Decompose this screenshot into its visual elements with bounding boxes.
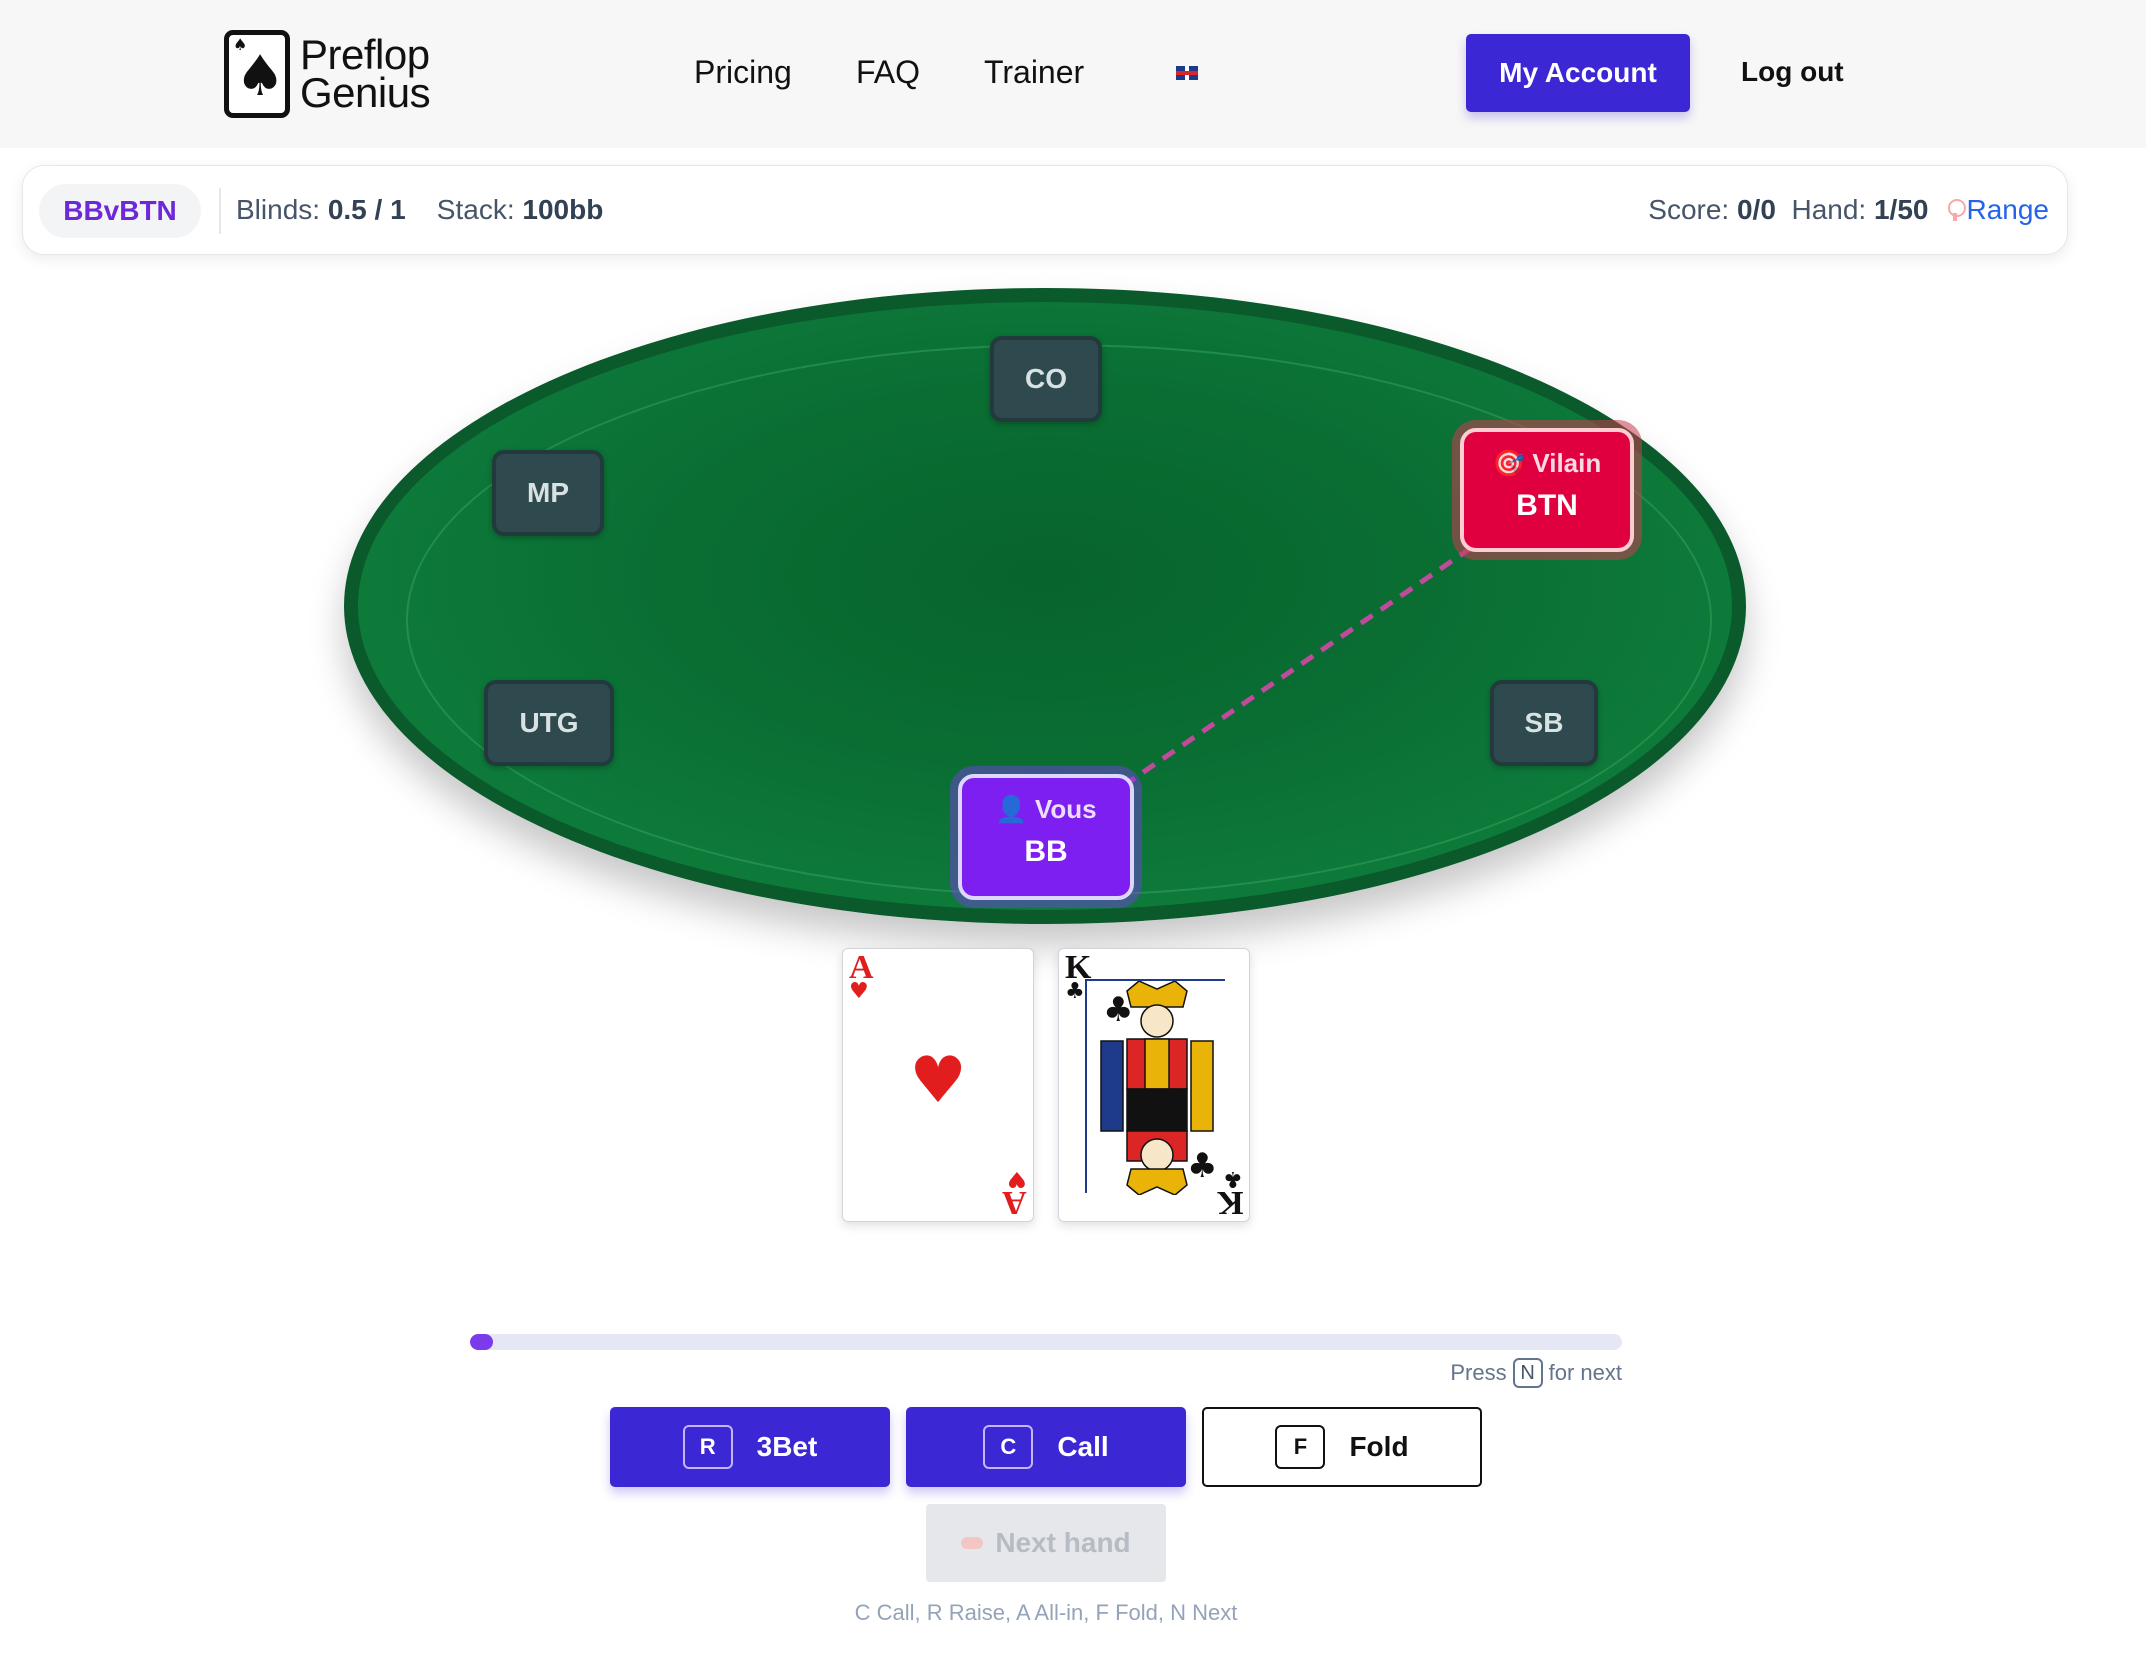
score-hand-info: Score: 0/0 Hand: 1/50 Range <box>1648 194 2049 226</box>
hand-value: 1/50 <box>1873 194 1929 225</box>
poker-table: CO MP UTG SB 🎯 Vilain BTN 👤 Vous BB <box>344 288 1746 924</box>
card-rank: K <box>1216 1184 1243 1221</box>
fold-label: Fold <box>1349 1431 1409 1462</box>
svg-text:♣: ♣ <box>1103 990 1133 1030</box>
target-icon: 🎯 <box>1492 448 1526 478</box>
user-icon: 👤 <box>995 794 1028 824</box>
range-link[interactable]: Range <box>1966 194 2049 226</box>
pointing-hand-icon <box>961 1537 984 1549</box>
logo-text: Preflop Genius <box>300 34 431 116</box>
king-portrait-icon: ♣ ♣ <box>1085 979 1227 1196</box>
key-r-badge: R <box>682 1425 733 1469</box>
hero-tag: 👤 Vous <box>962 794 1130 825</box>
nav-trainer[interactable]: Trainer <box>984 54 1084 91</box>
blinds-value: 0.5 / 1 <box>327 194 406 225</box>
blinds-stack-info: Blinds: 0.5 / 1 Stack: 100bb <box>236 194 603 226</box>
threebet-button[interactable]: R 3Bet <box>610 1407 890 1487</box>
hand-label: Hand: <box>1791 194 1867 225</box>
villain-tag: 🎯 Vilain <box>1464 448 1630 479</box>
card-rank: A <box>1002 1184 1027 1221</box>
keyboard-shortcuts-help: C Call, R Raise, A All-in, F Fold, N Nex… <box>854 1600 1238 1625</box>
lightbulb-icon <box>1948 199 1967 221</box>
hint-post: for next <box>1548 1360 1622 1385</box>
my-account-button[interactable]: My Account <box>1466 34 1690 112</box>
score-label: Score: <box>1648 194 1730 225</box>
logo-line2: Genius <box>300 69 431 116</box>
seat-villain-btn: 🎯 Vilain BTN <box>1460 428 1634 552</box>
progress-fill <box>470 1334 494 1350</box>
hero-position: BB <box>1024 835 1068 868</box>
key-c-badge: C <box>983 1425 1034 1469</box>
hole-card-king-clubs: K ♣ ♣ ♣ ♣ K <box>1058 948 1250 1222</box>
seat-utg: UTG <box>484 680 614 766</box>
nav-pricing[interactable]: Pricing <box>694 54 792 91</box>
fold-button[interactable]: F Fold <box>1202 1407 1482 1487</box>
key-n-badge: N <box>1512 1358 1543 1388</box>
stack-value: 100bb <box>522 194 604 225</box>
top-header: ♠ ♠ Preflop Genius Pricing FAQ Trainer M… <box>0 0 2146 148</box>
hole-card-ace-hearts: A ♥ ♥ ♥ A <box>842 948 1034 1222</box>
hint-pre: Press <box>1450 1360 1507 1385</box>
club-icon: ♣ <box>1065 979 1085 1004</box>
villain-tag-label: Vilain <box>1532 448 1602 478</box>
key-f-badge: F <box>1275 1425 1326 1469</box>
svg-text:♣: ♣ <box>1187 1146 1217 1186</box>
seat-co: CO <box>990 336 1102 422</box>
stack-label: Stack: <box>436 194 515 225</box>
blinds-label: Blinds: <box>236 194 321 225</box>
seat-hero-bb: 👤 Vous BB <box>958 774 1134 900</box>
villain-position: BTN <box>1516 489 1578 522</box>
threebet-label: 3Bet <box>756 1431 818 1462</box>
call-label: Call <box>1057 1431 1109 1462</box>
score-value: 0/0 <box>1736 194 1776 225</box>
uk-flag-icon[interactable] <box>1176 66 1198 80</box>
scenario-badge: BBvBTN <box>39 184 201 238</box>
spade-card-icon: ♠ ♠ <box>224 30 290 118</box>
seat-mp: MP <box>492 450 604 536</box>
divider <box>219 188 221 234</box>
heart-icon: ♥ <box>849 979 869 1004</box>
seat-sb: SB <box>1490 680 1598 766</box>
call-button[interactable]: C Call <box>906 1407 1186 1487</box>
hero-tag-label: Vous <box>1034 794 1097 824</box>
logout-link[interactable]: Log out <box>1741 56 1844 88</box>
hand-progress-bar <box>470 1334 1622 1350</box>
next-hint: Press N for next <box>1450 1358 1622 1388</box>
heart-icon: ♥ <box>909 1044 967 1118</box>
next-hand-label: Next hand <box>995 1527 1131 1558</box>
session-info-bar: BBvBTN Blinds: 0.5 / 1 Stack: 100bb Scor… <box>22 165 2068 255</box>
nav-faq[interactable]: FAQ <box>856 54 920 91</box>
logo[interactable]: ♠ ♠ Preflop Genius <box>224 30 431 118</box>
next-hand-button[interactable]: Next hand <box>926 1504 1166 1582</box>
